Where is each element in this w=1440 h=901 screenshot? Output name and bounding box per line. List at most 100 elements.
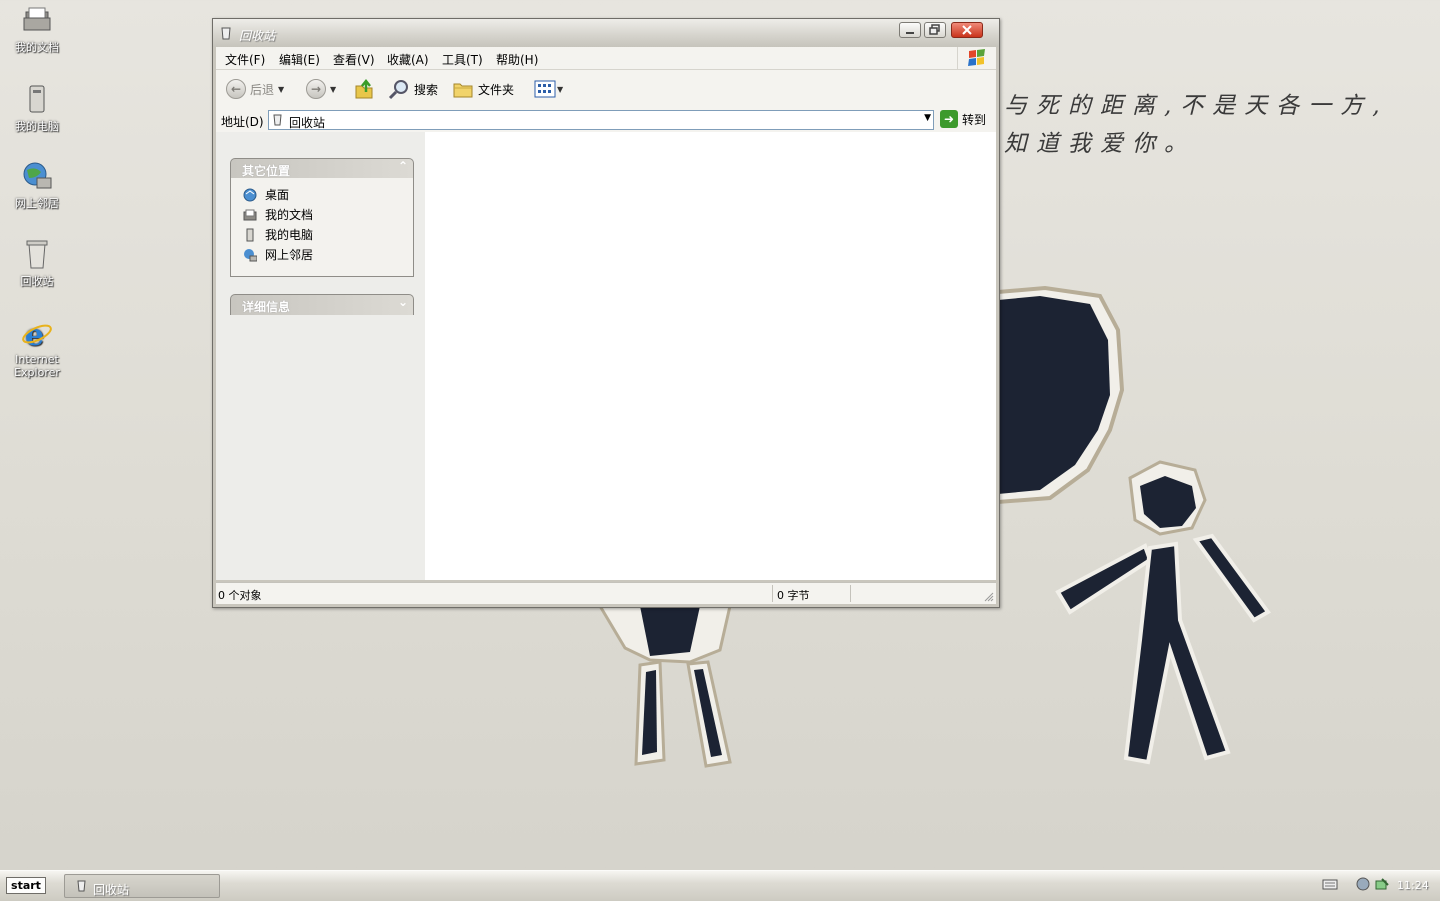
- menu-favorites[interactable]: 收藏(A): [387, 51, 429, 68]
- recycle-bin-window[interactable]: 回收站 文件(F) 编辑(E) 查看(V) 收藏(A) 工具(T) 帮助(H) …: [212, 18, 1000, 608]
- wallpaper-boy-arm-left: [1055, 543, 1153, 615]
- desktop-icon-label: 回收站: [20, 275, 54, 288]
- restore-icon: [929, 24, 940, 35]
- desktop-icon-label: Internet Explorer: [14, 353, 60, 379]
- network-places-icon: [21, 160, 53, 192]
- folders-button[interactable]: 文件夹: [452, 78, 514, 100]
- wallpaper-poem-line-1: 与死的距离,不是天各一方,: [1004, 93, 1389, 119]
- my-documents-icon: [21, 4, 53, 36]
- taskbar-button-recycle-bin[interactable]: 回收站: [64, 874, 220, 898]
- safely-remove-hardware-icon[interactable]: [1374, 877, 1390, 891]
- desktop-icon-label: 我的电脑: [15, 120, 59, 133]
- chevron-down-icon[interactable]: ⌄: [398, 295, 408, 309]
- status-divider: [850, 585, 851, 602]
- menu-view[interactable]: 查看(V): [333, 51, 375, 68]
- other-places-header[interactable]: 其它位置 ⌃: [230, 158, 414, 178]
- window-title-bar[interactable]: 回收站: [213, 19, 999, 47]
- chevron-down-icon: ▼: [557, 84, 564, 94]
- chevron-down-icon[interactable]: ▼: [330, 85, 336, 94]
- address-bar: 地址(D) 回收站 ▼ ➜ 转到: [216, 108, 996, 133]
- status-divider: [772, 585, 773, 602]
- other-place-desktop[interactable]: 桌面: [243, 186, 289, 203]
- search-button[interactable]: 搜索: [388, 78, 438, 100]
- wallpaper-poem-line-2: 知道我爱你。: [1004, 131, 1196, 157]
- back-button[interactable]: ← 后退 ▼: [226, 78, 284, 100]
- menu-tools[interactable]: 工具(T): [442, 51, 483, 68]
- minimize-button[interactable]: [899, 22, 921, 38]
- details-title: 详细信息: [242, 300, 291, 314]
- keyboard-icon[interactable]: [1322, 877, 1338, 891]
- close-button[interactable]: [951, 22, 983, 38]
- minimize-icon: [906, 32, 914, 34]
- other-place-my-documents[interactable]: 我的文档: [243, 206, 313, 223]
- status-object-count: 0 个对象: [218, 589, 262, 602]
- address-input[interactable]: 回收站 ▼: [268, 110, 934, 130]
- recycle-bin-icon: [273, 114, 282, 126]
- status-byte-size: 0 字节: [777, 589, 810, 602]
- other-place-label: 桌面: [265, 188, 290, 202]
- other-places-panel: 桌面 我的文档 我的电脑 网上邻居: [230, 178, 414, 277]
- address-label: 地址(D): [221, 115, 264, 129]
- up-folder-icon: [355, 78, 373, 99]
- chevron-up-icon[interactable]: ⌃: [398, 159, 408, 173]
- go-arrow-icon: ➜: [940, 110, 958, 128]
- desktop-icon-network-places[interactable]: 网上邻居: [2, 160, 72, 211]
- close-icon: [962, 25, 972, 35]
- search-icon: [388, 80, 408, 100]
- internet-explorer-icon: e: [21, 318, 53, 353]
- views-button[interactable]: ▼: [534, 78, 563, 100]
- menu-help[interactable]: 帮助(H): [496, 51, 538, 68]
- my-documents-icon: [243, 209, 257, 220]
- network-places-icon: [244, 248, 257, 261]
- go-button[interactable]: ➜ 转到: [940, 110, 986, 128]
- address-value: 回收站: [289, 116, 326, 130]
- menu-edit[interactable]: 编辑(E): [279, 51, 320, 68]
- start-button[interactable]: start: [6, 877, 46, 894]
- up-folder-button[interactable]: [354, 78, 376, 100]
- folder-icon: [453, 83, 473, 98]
- desktop-icon-label: 我的文档: [15, 41, 59, 54]
- other-place-label: 我的文档: [265, 208, 314, 222]
- folder-content-area[interactable]: 其它位置 ⌃ 桌面 我的文档 我的电脑 网上邻居 详细信息 ⌄: [216, 132, 996, 580]
- other-place-my-computer[interactable]: 我的电脑: [243, 226, 313, 243]
- go-label: 转到: [962, 112, 987, 127]
- window-title: 回收站: [239, 29, 276, 43]
- chevron-down-icon[interactable]: ▼: [278, 85, 284, 94]
- resize-grip-icon[interactable]: [984, 592, 994, 602]
- desktop-icon-my-documents[interactable]: 我的文档: [2, 4, 72, 55]
- my-computer-icon: [21, 83, 53, 115]
- details-header[interactable]: 详细信息 ⌄: [230, 294, 414, 315]
- forward-arrow-icon: →: [306, 79, 326, 99]
- desktop-icon-label: 网上邻居: [15, 197, 59, 210]
- standard-toolbar: ← 后退 ▼ → ▼ 搜索 文件夹 ▼: [216, 70, 996, 109]
- svg-text:e: e: [25, 318, 44, 350]
- taskbar-button-label: 回收站: [93, 883, 130, 897]
- network-status-icon[interactable]: [1356, 877, 1370, 891]
- windows-logo-icon: [957, 47, 996, 69]
- other-place-label: 网上邻居: [265, 248, 314, 262]
- my-computer-icon: [246, 228, 254, 241]
- other-places-title: 其它位置: [242, 164, 291, 178]
- search-label: 搜索: [414, 82, 439, 97]
- menu-file[interactable]: 文件(F): [225, 51, 265, 68]
- recycle-bin-icon: [221, 27, 231, 40]
- taskbar-clock: 11:24: [1397, 879, 1429, 892]
- back-arrow-icon: ←: [226, 79, 246, 99]
- other-place-label: 我的电脑: [265, 228, 314, 242]
- status-bar: 0 个对象 0 字节: [216, 582, 996, 604]
- wallpaper-boy-body: [1123, 541, 1231, 765]
- start-label: start: [11, 879, 41, 892]
- other-place-network[interactable]: 网上邻居: [243, 246, 313, 263]
- chevron-down-icon[interactable]: ▼: [924, 113, 931, 123]
- maximize-button[interactable]: [924, 22, 946, 38]
- forward-button[interactable]: → ▼: [306, 78, 336, 100]
- desktop-icon-my-computer[interactable]: 我的电脑: [2, 83, 72, 134]
- views-icon: [534, 80, 556, 98]
- taskbar: start 回收站 11:24: [0, 870, 1440, 901]
- folders-label: 文件夹: [478, 82, 515, 97]
- task-pane: 其它位置 ⌃ 桌面 我的文档 我的电脑 网上邻居 详细信息 ⌄: [216, 132, 425, 580]
- desktop-icon-internet-explorer[interactable]: e Internet Explorer: [2, 318, 72, 379]
- recycle-bin-icon: [21, 238, 53, 270]
- desktop-icon: [243, 188, 257, 201]
- desktop-icon-recycle-bin[interactable]: 回收站: [2, 238, 72, 289]
